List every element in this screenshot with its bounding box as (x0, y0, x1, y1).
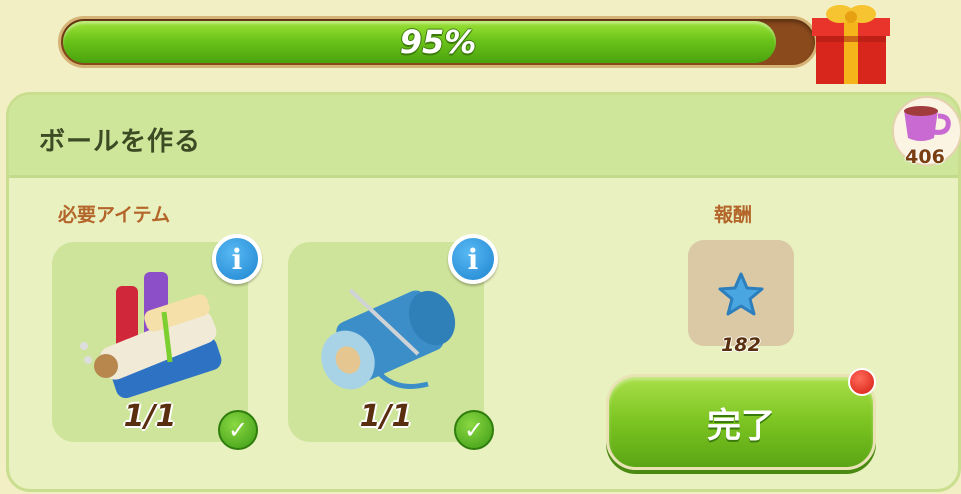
panel-header: ボールを作る (9, 95, 958, 178)
check-icon: ✓ (218, 410, 258, 450)
blue-star-icon (718, 272, 764, 316)
required-items-label: 必要アイテム (58, 204, 171, 226)
quest-title: ボールを作る (39, 127, 202, 157)
notification-dot (848, 368, 876, 396)
progress-label: 95% (399, 23, 477, 61)
reward-count: 182 (721, 334, 761, 356)
reward-label: 報酬 (714, 204, 753, 226)
gift-box-icon[interactable] (806, 0, 896, 86)
currency-count: 406 (905, 146, 945, 168)
reward-box[interactable] (688, 240, 794, 346)
progress-bar: 95% (58, 16, 818, 68)
info-button[interactable]: i (212, 234, 262, 284)
complete-button[interactable]: 完了 (606, 374, 876, 470)
info-button[interactable]: i (448, 234, 498, 284)
check-icon: ✓ (454, 410, 494, 450)
tea-cup-icon (904, 106, 951, 141)
currency-badge[interactable]: 406 (892, 96, 961, 174)
